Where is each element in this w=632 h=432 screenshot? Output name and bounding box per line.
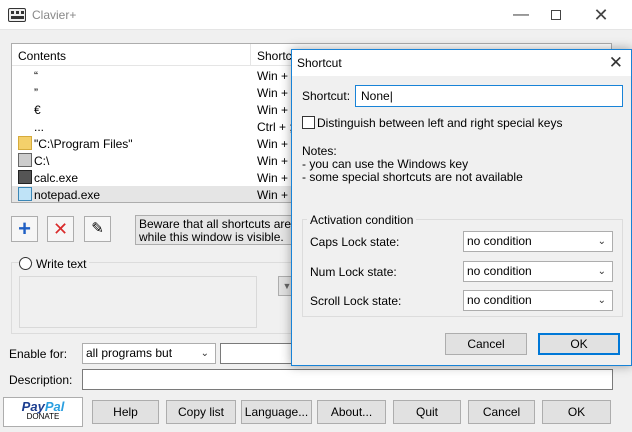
dialog-title-bar: Shortcut ✕ bbox=[292, 50, 631, 76]
description-label: Description: bbox=[9, 373, 73, 387]
keyboard-icon bbox=[8, 8, 26, 22]
text-input[interactable] bbox=[19, 276, 257, 328]
scroll-lock-label: Scroll Lock state: bbox=[310, 294, 402, 308]
delete-icon: ✕ bbox=[52, 219, 69, 239]
num-lock-label: Num Lock state: bbox=[310, 265, 397, 279]
help-button[interactable]: Help bbox=[92, 400, 159, 424]
activation-title: Activation condition bbox=[307, 213, 417, 227]
dialog-ok-button[interactable]: OK bbox=[538, 333, 620, 355]
list-item[interactable]: C:\ Win + C bbox=[12, 152, 300, 169]
enable-for-select[interactable]: all programs but ⌄ bbox=[82, 343, 216, 364]
list-item[interactable]: “ Win + 2 bbox=[12, 67, 298, 84]
dialog-close-button[interactable]: ✕ bbox=[609, 53, 623, 73]
item-text: ... bbox=[34, 120, 45, 134]
maximize-button[interactable] bbox=[538, 4, 574, 26]
shortcut-value: None bbox=[361, 89, 390, 103]
warning-line: while this window is visible. bbox=[139, 230, 284, 244]
chevron-down-icon: ⌄ bbox=[597, 295, 606, 306]
list-item[interactable]: € Win + S bbox=[12, 101, 299, 118]
chevron-down-icon: ⌄ bbox=[597, 236, 606, 247]
dialog-cancel-button[interactable]: Cancel bbox=[445, 333, 527, 355]
description-field[interactable] bbox=[82, 369, 613, 390]
item-text: C:\ bbox=[34, 154, 50, 168]
chevron-down-icon: ⌄ bbox=[597, 266, 606, 277]
window-title: Clavier+ bbox=[32, 8, 77, 22]
scroll-lock-value: no condition bbox=[467, 293, 532, 307]
chevron-down-icon: ⌄ bbox=[200, 348, 209, 359]
edit-shortcut-button[interactable]: ✎ bbox=[84, 216, 111, 242]
item-text: "C:\Program Files" bbox=[34, 137, 133, 151]
shortcut-input[interactable]: None| bbox=[355, 85, 623, 107]
minimize-button[interactable]: — bbox=[503, 4, 539, 26]
scroll-lock-select[interactable]: no condition ⌄ bbox=[463, 290, 613, 311]
list-item[interactable]: ” Win + S bbox=[12, 84, 299, 101]
column-contents[interactable]: Contents bbox=[18, 49, 66, 63]
about-button[interactable]: About... bbox=[317, 400, 386, 424]
item-text: notepad.exe bbox=[34, 188, 101, 202]
caps-lock-label: Caps Lock state: bbox=[310, 235, 400, 249]
programs-field[interactable] bbox=[220, 343, 295, 364]
note-line: - you can use the Windows key bbox=[302, 157, 469, 171]
shortcut-label: Shortcut: bbox=[302, 89, 351, 103]
drive-icon bbox=[18, 153, 32, 167]
caps-lock-select[interactable]: no condition ⌄ bbox=[463, 231, 613, 252]
add-shortcut-button[interactable]: + bbox=[11, 216, 38, 242]
list-item-selected[interactable]: notepad.exe Win + N bbox=[12, 186, 300, 202]
folder-icon bbox=[18, 136, 32, 150]
note-line: - some special shortcuts are not availab… bbox=[302, 170, 523, 184]
plus-icon: + bbox=[18, 216, 31, 241]
calculator-icon bbox=[18, 170, 32, 184]
enable-for-label: Enable for: bbox=[9, 347, 68, 361]
list-item[interactable]: "C:\Program Files" Win + F bbox=[12, 135, 299, 152]
ok-button[interactable]: OK bbox=[542, 400, 611, 424]
distinguish-label[interactable]: Distinguish between left and right speci… bbox=[317, 116, 562, 130]
close-button[interactable]: ✕ bbox=[583, 4, 619, 26]
column-separator[interactable] bbox=[250, 44, 251, 66]
distinguish-checkbox[interactable] bbox=[302, 116, 315, 129]
num-lock-value: no condition bbox=[467, 264, 532, 278]
cancel-button[interactable]: Cancel bbox=[468, 400, 535, 424]
donate-label: DONATE bbox=[26, 412, 60, 421]
pencil-icon: ✎ bbox=[91, 220, 104, 237]
language-button[interactable]: Language... bbox=[241, 400, 312, 424]
maximize-icon bbox=[551, 10, 561, 20]
notepad-icon bbox=[18, 187, 32, 201]
paypal-donate-button[interactable]: PayPal DONATE bbox=[3, 397, 83, 427]
text-cursor: | bbox=[389, 89, 393, 103]
delete-shortcut-button[interactable]: ✕ bbox=[47, 216, 74, 242]
caps-lock-value: no condition bbox=[467, 234, 532, 248]
item-text: € bbox=[34, 103, 41, 117]
shortcut-dialog: Shortcut ✕ Shortcut: None| Distinguish b… bbox=[291, 49, 632, 366]
quit-button[interactable]: Quit bbox=[393, 400, 461, 424]
item-text: “ bbox=[34, 69, 38, 83]
warning-box: Beware that all shortcuts are dis while … bbox=[135, 215, 300, 245]
item-text: ” bbox=[34, 86, 38, 100]
write-text-radio[interactable] bbox=[19, 257, 32, 270]
title-bar: Clavier+ — ✕ bbox=[0, 0, 632, 30]
dialog-title: Shortcut bbox=[297, 56, 342, 70]
enable-for-value: all programs but bbox=[86, 346, 173, 360]
notes-title: Notes: bbox=[302, 144, 337, 158]
item-text: calc.exe bbox=[34, 171, 79, 185]
copy-list-button[interactable]: Copy list bbox=[166, 400, 236, 424]
item-shortcut: Ctrl + ; bbox=[257, 120, 293, 134]
write-text-label[interactable]: Write text bbox=[33, 257, 90, 271]
num-lock-select[interactable]: no condition ⌄ bbox=[463, 261, 613, 282]
list-item[interactable]: ... Ctrl + ; bbox=[12, 118, 293, 135]
list-item[interactable]: calc.exe Win + C bbox=[12, 169, 300, 186]
